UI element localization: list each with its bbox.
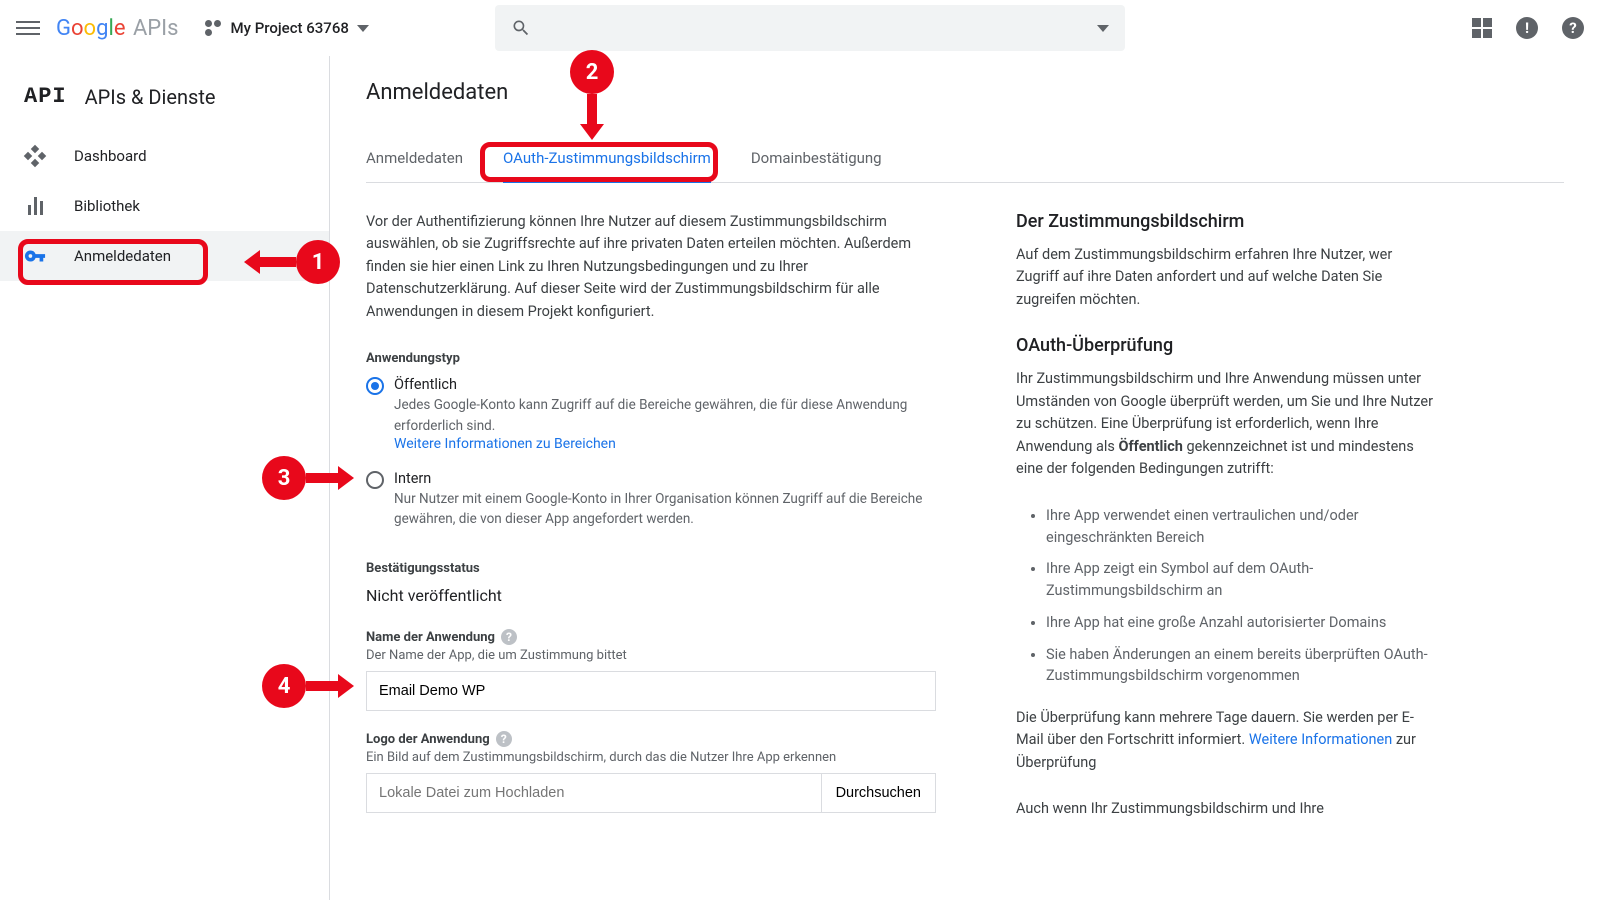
sidebar-item-dashboard[interactable]: Dashboard — [0, 131, 329, 181]
library-icon — [28, 197, 43, 215]
intro-text: Vor der Authentifizierung können Ihre Nu… — [366, 211, 936, 323]
notifications-icon[interactable]: ! — [1516, 17, 1538, 39]
applogo-file-input[interactable] — [366, 773, 822, 813]
help-icon[interactable]: ? — [1562, 17, 1584, 39]
search-icon — [511, 18, 531, 38]
appname-label: Name der Anwendung — [366, 630, 495, 645]
tabs: Anmeldedaten OAuth-Zustimmungsbildschirm… — [366, 149, 1564, 183]
tab-domain-verify[interactable]: Domainbestätigung — [751, 149, 882, 182]
aside-tail: Auch wenn Ihr Zustimmungsbildschirm und … — [1016, 798, 1436, 820]
apptype-label: Anwendungstyp — [366, 351, 936, 366]
radio-public[interactable] — [366, 377, 384, 395]
sidebar-title: APIs & Dienste — [85, 85, 216, 109]
aside-consent-title: Der Zustimmungsbildschirm — [1016, 211, 1436, 232]
applogo-label: Logo der Anwendung — [366, 732, 490, 747]
review-link[interactable]: Weitere Informationen — [1249, 731, 1392, 748]
search-caret-icon — [1097, 25, 1109, 32]
list-item: Ihre App zeigt ein Symbol auf dem OAuth-… — [1046, 558, 1436, 602]
help-icon[interactable]: ? — [496, 731, 512, 747]
appname-hint: Der Name der App, die um Zustimmung bitt… — [366, 648, 936, 663]
main-content: Anmeldedaten Anmeldedaten OAuth-Zustimmu… — [330, 56, 1600, 900]
list-item: Ihre App hat eine große Anzahl autorisie… — [1046, 612, 1436, 634]
key-icon — [24, 245, 46, 267]
project-name: My Project 63768 — [231, 19, 349, 37]
sidebar-item-label: Bibliothek — [74, 197, 140, 215]
caret-down-icon — [357, 25, 369, 32]
project-icon — [203, 18, 223, 38]
list-item: Ihre App verwendet einen vertraulichen u… — [1046, 505, 1436, 549]
radio-internal-desc: Nur Nutzer mit einem Google-Konto in Ihr… — [394, 489, 936, 530]
radio-public-desc: Jedes Google-Konto kann Zugriff auf die … — [394, 395, 936, 436]
annotation-4: 4 — [262, 664, 340, 708]
aside-oauth-title: OAuth-Überprüfung — [1016, 335, 1436, 356]
scopes-link[interactable]: Weitere Informationen zu Bereichen — [394, 436, 616, 452]
sidebar-item-label: Dashboard — [74, 147, 147, 165]
tab-credentials[interactable]: Anmeldedaten — [366, 149, 463, 182]
search-input[interactable] — [541, 20, 1087, 37]
gift-icon[interactable] — [1472, 18, 1492, 38]
google-apis-logo: Google APIs — [56, 16, 179, 41]
aside-consent-body: Auf dem Zustimmungsbildschirm erfahren I… — [1016, 244, 1436, 311]
annotation-2: 2 — [570, 50, 614, 126]
radio-internal[interactable] — [366, 471, 384, 489]
tab-oauth-consent[interactable]: OAuth-Zustimmungsbildschirm — [503, 149, 711, 183]
status-value: Nicht veröffentlicht — [366, 586, 936, 605]
aside-review-text: Die Überprüfung kann mehrere Tage dauern… — [1016, 707, 1436, 774]
page-title: Anmeldedaten — [366, 80, 1564, 105]
dashboard-icon — [25, 146, 45, 166]
applogo-hint: Ein Bild auf dem Zustimmungsbildschirm, … — [366, 750, 936, 765]
radio-public-label: Öffentlich — [394, 376, 936, 393]
browse-button[interactable]: Durchsuchen — [822, 773, 936, 813]
aside-conditions-list: Ihre App verwendet einen vertraulichen u… — [1016, 505, 1436, 687]
status-label: Bestätigungsstatus — [366, 561, 936, 576]
annotation-3: 3 — [262, 456, 340, 500]
sidebar-item-library[interactable]: Bibliothek — [0, 181, 329, 231]
help-icon[interactable]: ? — [501, 629, 517, 645]
aside-oauth-body: Ihr Zustimmungsbildschirm und Ihre Anwen… — [1016, 368, 1436, 480]
menu-icon[interactable] — [16, 16, 40, 40]
sidebar-item-label: Anmeldedaten — [74, 247, 171, 265]
search-box[interactable] — [495, 5, 1125, 51]
project-selector[interactable]: My Project 63768 — [203, 18, 369, 38]
radio-internal-label: Intern — [394, 470, 936, 487]
appname-input[interactable] — [366, 671, 936, 711]
list-item: Sie haben Änderungen an einem bereits üb… — [1046, 644, 1436, 688]
annotation-1: 1 — [258, 240, 340, 284]
api-icon: API — [24, 84, 67, 109]
